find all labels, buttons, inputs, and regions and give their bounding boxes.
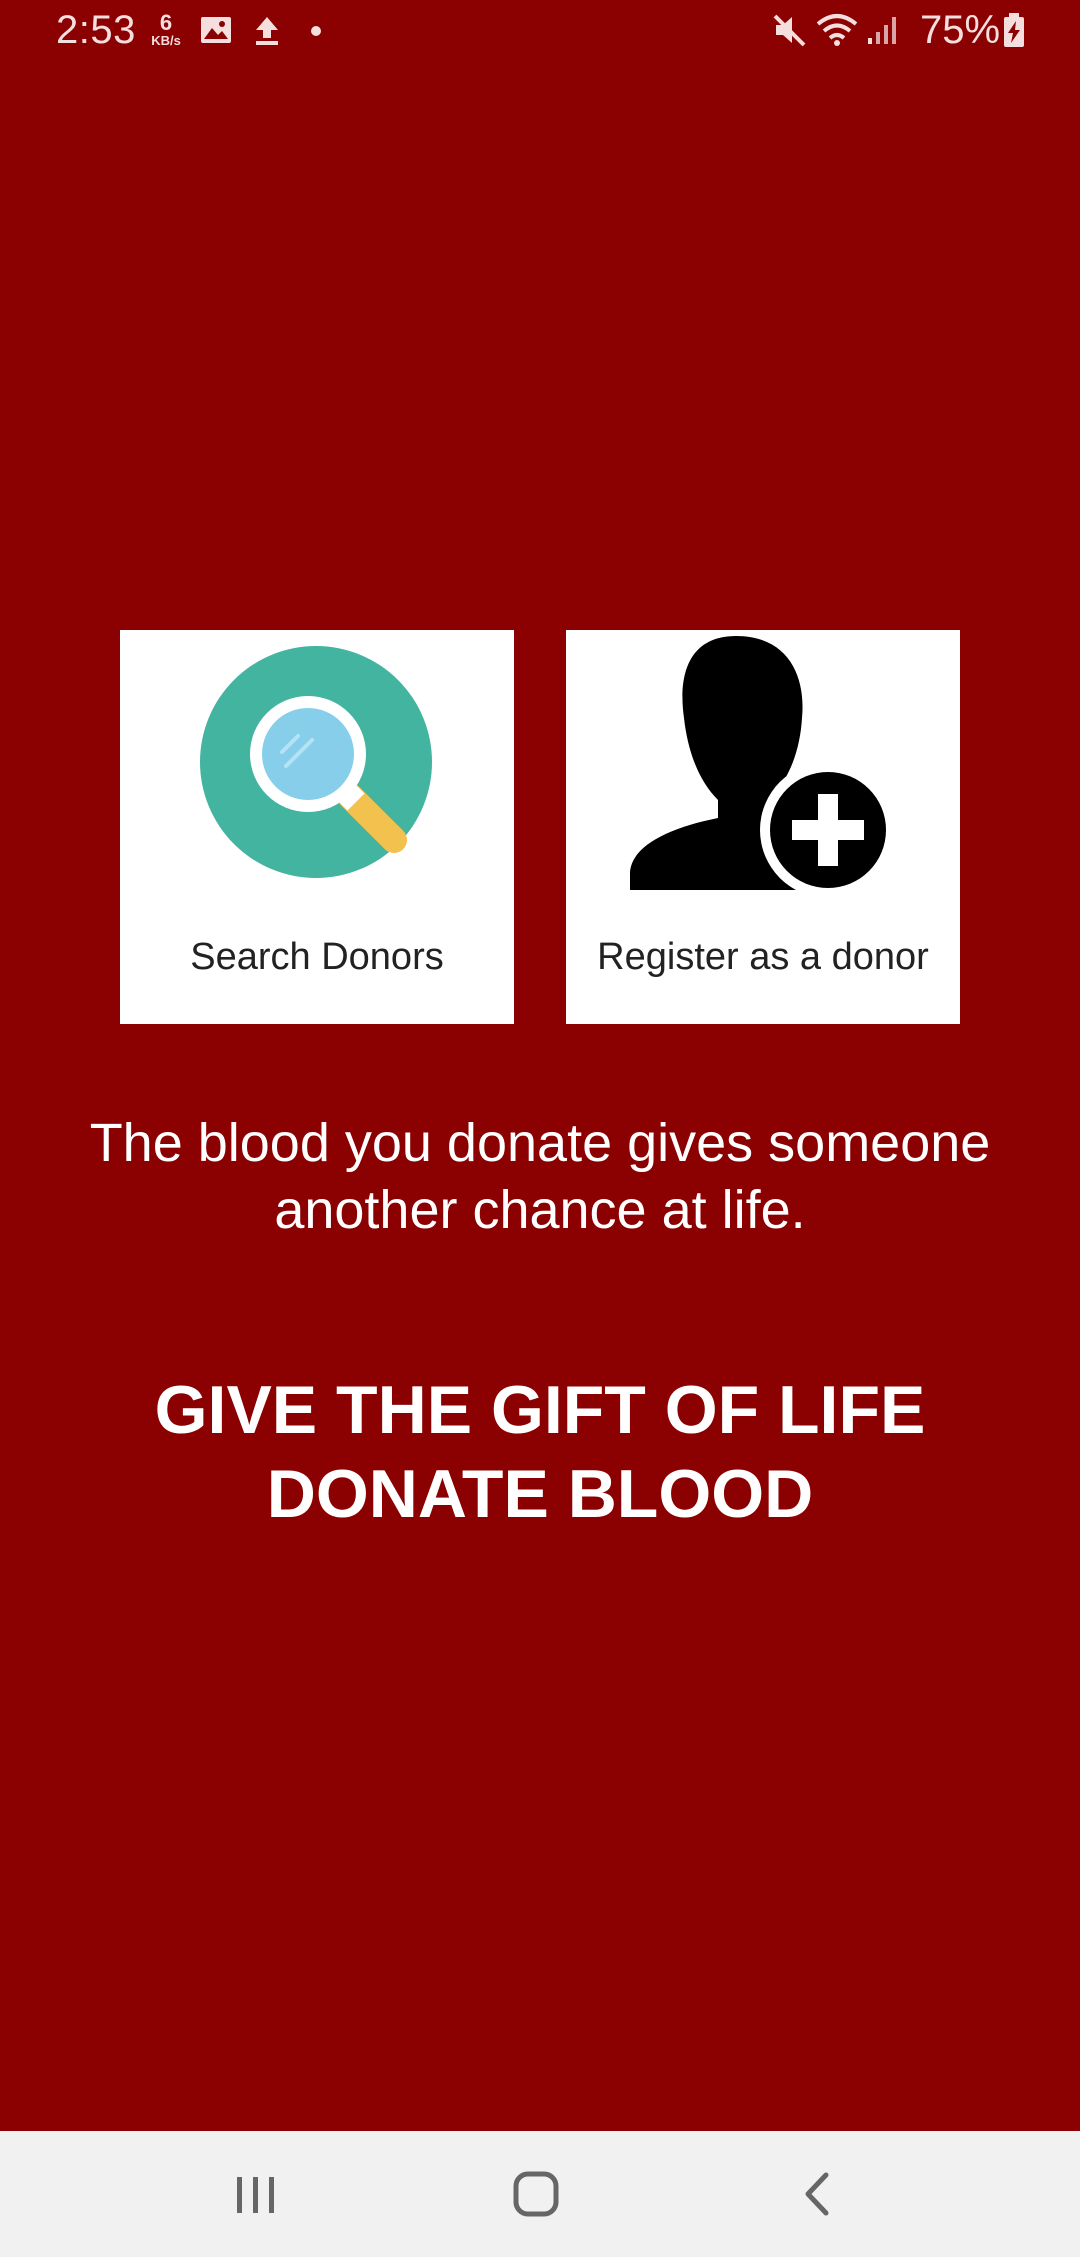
back-button[interactable] xyxy=(778,2159,858,2229)
battery-percent: 75% xyxy=(920,8,1001,52)
recent-apps-icon xyxy=(215,2177,295,2233)
home-icon xyxy=(496,2171,576,2233)
mute-icon xyxy=(772,12,808,53)
tagline: The blood you donate gives someone anoth… xyxy=(0,1110,1080,1244)
register-donor-label: Register as a donor xyxy=(597,936,929,978)
tagline-line-2: another chance at life. xyxy=(274,1180,806,1240)
status-time: 2:53 xyxy=(56,8,136,52)
magnifier-icon xyxy=(198,644,434,885)
home-button[interactable] xyxy=(496,2159,576,2229)
wifi-icon xyxy=(816,12,858,53)
slogan-line-2: DONATE BLOOD xyxy=(266,1456,814,1532)
navigation-bar xyxy=(0,2131,1080,2257)
battery-charging-icon xyxy=(1002,12,1026,53)
add-user-icon xyxy=(628,632,898,899)
network-speed-unit: KB/s xyxy=(151,33,181,48)
back-icon xyxy=(778,2172,858,2233)
tagline-line-1: The blood you donate gives someone xyxy=(89,1113,991,1173)
search-donors-label: Search Donors xyxy=(190,936,444,978)
search-donors-tile[interactable]: Search Donors xyxy=(120,630,514,1024)
signal-icon xyxy=(866,14,900,51)
status-bar: 2:53 6 KB/s 75% xyxy=(0,0,1080,66)
upload-icon xyxy=(252,14,282,51)
network-speed-value: 6 xyxy=(159,10,173,35)
image-icon xyxy=(200,14,232,51)
network-speed: 6 KB/s xyxy=(146,10,186,48)
recent-apps-button[interactable] xyxy=(215,2159,295,2229)
slogan-line-1: GIVE THE GIFT OF LIFE xyxy=(154,1372,926,1448)
register-donor-tile[interactable]: Register as a donor xyxy=(566,630,960,1024)
slogan: GIVE THE GIFT OF LIFE DONATE BLOOD xyxy=(0,1368,1080,1536)
dot-icon xyxy=(310,24,322,42)
